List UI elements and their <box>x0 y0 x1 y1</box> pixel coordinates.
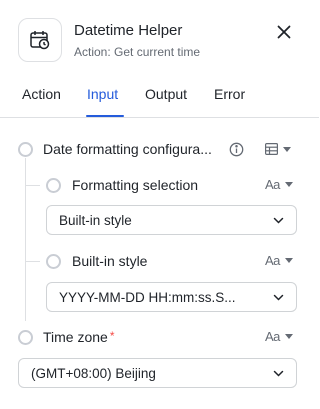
required-mark: * <box>109 329 115 343</box>
builtin-style-radio[interactable] <box>46 254 61 269</box>
close-icon <box>277 25 291 39</box>
chevron-down-icon <box>273 217 284 224</box>
builtin-style-type-selector[interactable]: Aa <box>265 253 293 268</box>
formatting-selection-dropdown[interactable]: Built-in style <box>46 205 297 235</box>
text-type-icon: Aa <box>265 253 280 268</box>
time-zone-type-selector[interactable]: Aa <box>265 329 293 344</box>
info-icon[interactable] <box>229 142 244 157</box>
chevron-down-icon <box>284 258 293 263</box>
time-zone-value: (GMT+08:00) Beijing <box>31 366 156 381</box>
table-icon <box>265 143 278 155</box>
tree-connector-branch <box>26 261 40 262</box>
builtin-style-value: YYYY-MM-DD HH:mm:ss.S... <box>59 290 236 305</box>
formatting-selection-radio[interactable] <box>46 178 61 193</box>
tab-output[interactable]: Output <box>145 86 187 102</box>
chevron-down-icon <box>273 370 284 377</box>
time-zone-label: Time zone * <box>43 329 115 345</box>
formatting-selection-value: Built-in style <box>59 213 132 228</box>
time-zone-label-text: Time zone <box>43 329 108 345</box>
formatting-selection-label: Formatting selection <box>72 177 199 193</box>
date-formatting-label: Date formatting configura... <box>43 141 212 157</box>
tab-input[interactable]: Input <box>87 86 118 102</box>
chevron-down-icon <box>284 182 293 187</box>
calendar-clock-icon <box>18 18 62 62</box>
tab-bar: Action Input Output Error <box>0 78 319 118</box>
chevron-down-icon <box>273 294 284 301</box>
chevron-down-icon <box>283 146 291 152</box>
chevron-down-icon <box>284 334 293 339</box>
date-formatting-type-selector[interactable] <box>265 143 291 155</box>
formatting-selection-type-selector[interactable]: Aa <box>265 177 293 192</box>
close-button[interactable] <box>274 22 294 42</box>
tree-connector-branch <box>26 185 40 186</box>
tab-error[interactable]: Error <box>214 86 245 102</box>
date-formatting-radio[interactable] <box>18 142 33 157</box>
active-tab-indicator <box>86 115 124 117</box>
tree-connector <box>25 158 26 321</box>
panel-header: Datetime Helper Action: Get current time <box>0 0 319 76</box>
app-subtitle: Action: Get current time <box>74 45 201 59</box>
app-title: Datetime Helper <box>74 22 183 39</box>
time-zone-radio[interactable] <box>18 330 33 345</box>
text-type-icon: Aa <box>265 177 280 192</box>
builtin-style-label: Built-in style <box>72 253 148 269</box>
text-type-icon: Aa <box>265 329 280 344</box>
tab-action[interactable]: Action <box>22 86 61 102</box>
builtin-style-dropdown[interactable]: YYYY-MM-DD HH:mm:ss.S... <box>46 282 297 312</box>
time-zone-dropdown[interactable]: (GMT+08:00) Beijing <box>18 358 297 388</box>
